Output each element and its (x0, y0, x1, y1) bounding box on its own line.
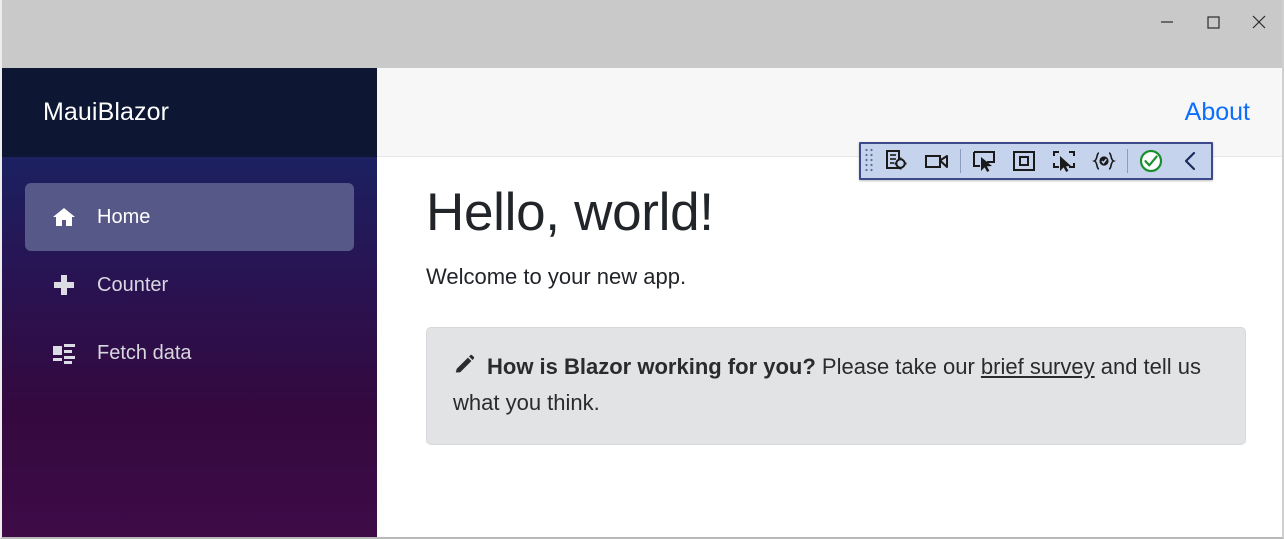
sidebar-item-home[interactable]: Home (25, 183, 354, 251)
check-circle-icon (1139, 149, 1163, 173)
maximize-button[interactable] (1190, 0, 1236, 44)
chevron-left-icon (1184, 151, 1196, 171)
app-window: MauiBlazor Home Counter Fetch data About… (0, 0, 1284, 539)
pick-region-button[interactable] (1044, 144, 1084, 178)
status-ok-button[interactable] (1131, 144, 1171, 178)
braces-check-button[interactable] (1084, 144, 1124, 178)
sidebar-item-label: Home (97, 206, 151, 228)
inspect-element-button[interactable] (877, 144, 917, 178)
record-video-button[interactable] (917, 144, 957, 178)
brief-survey-link[interactable]: brief survey (981, 354, 1095, 379)
sidebar-brand[interactable]: MauiBlazor (2, 68, 377, 157)
brand-title: MauiBlazor (43, 98, 170, 126)
square-outline-icon (1013, 151, 1035, 171)
home-icon (51, 204, 77, 230)
plus-icon (51, 272, 77, 298)
sidebar-item-label: Counter (97, 274, 169, 296)
minimize-icon (1161, 21, 1173, 23)
braces-check-icon (1091, 152, 1117, 170)
sidebar-item-fetch-data[interactable]: Fetch data (25, 319, 354, 387)
sidebar-item-label: Fetch data (97, 342, 192, 364)
window-titlebar (2, 0, 1282, 68)
close-icon (1252, 15, 1266, 29)
drag-handle[interactable] (861, 144, 877, 178)
pencil-icon (453, 352, 475, 386)
toolbar-separator (960, 149, 961, 173)
inspect-element-icon (886, 150, 907, 170)
sidebar-item-counter[interactable]: Counter (25, 251, 354, 319)
list-rich-icon (51, 340, 77, 366)
survey-question: How is Blazor working for you? (487, 354, 816, 380)
about-link[interactable]: About (1185, 98, 1250, 127)
video-camera-icon (925, 155, 948, 168)
highlight-box-button[interactable] (1004, 144, 1044, 178)
page-subtitle: Welcome to your new app. (426, 264, 687, 290)
sidebar-nav: Home Counter Fetch data (2, 157, 377, 537)
toolbar-separator (1127, 149, 1128, 173)
survey-text-before-link: Please take our (815, 354, 981, 380)
main-area: About Hello, world! Welcome to your new … (377, 68, 1282, 537)
minimize-button[interactable] (1144, 0, 1190, 44)
region-pointer-icon (1053, 151, 1075, 172)
select-element-button[interactable] (964, 144, 1004, 178)
page-title: Hello, world! (426, 183, 714, 242)
collapse-toolbar-button[interactable] (1171, 144, 1211, 178)
app-body: MauiBlazor Home Counter Fetch data About… (2, 68, 1282, 537)
maximize-icon (1207, 16, 1220, 29)
devtools-toolbar[interactable] (859, 142, 1213, 180)
close-button[interactable] (1236, 0, 1282, 44)
survey-banner: How is Blazor working for you? Please ta… (426, 327, 1246, 446)
pointer-select-icon (973, 151, 995, 172)
sidebar: MauiBlazor Home Counter Fetch data (2, 68, 377, 537)
page-content: Hello, world! Welcome to your new app. H… (377, 157, 1282, 446)
